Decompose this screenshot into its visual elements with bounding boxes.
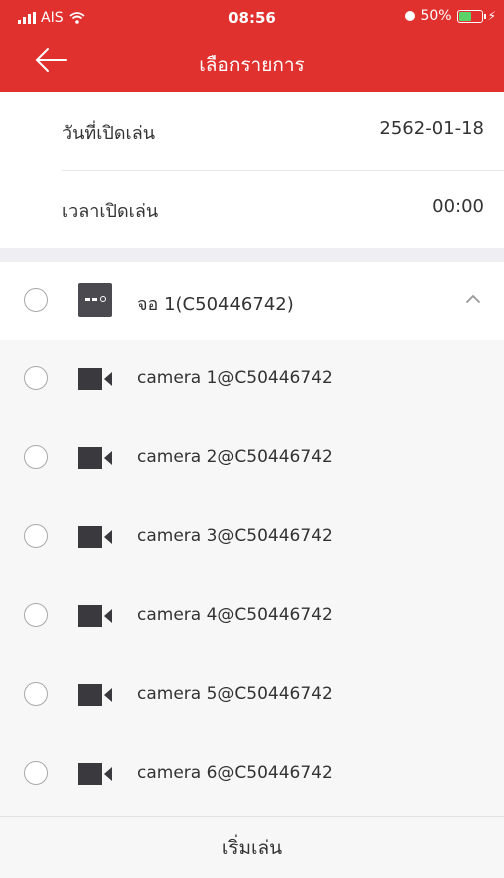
camera-list: camera 1@C50446742 camera 2@C50446742 ca… — [0, 340, 504, 816]
device-group-header[interactable]: จอ 1(C50446742) — [0, 262, 504, 340]
camera-radio[interactable] — [24, 603, 48, 627]
playback-date-label: วันที่เปิดเล่น — [62, 123, 156, 144]
alarm-icon — [405, 11, 416, 21]
camera-radio[interactable] — [24, 761, 48, 785]
charging-icon: ⚡ — [487, 9, 496, 23]
camera-label: camera 1@C50446742 — [137, 368, 333, 388]
video-camera-icon — [78, 684, 112, 706]
dvr-icon — [78, 283, 112, 317]
camera-item[interactable]: camera 4@C50446742 — [0, 577, 504, 655]
camera-label: camera 4@C50446742 — [137, 605, 333, 625]
camera-radio[interactable] — [24, 524, 48, 548]
section-gap — [0, 248, 504, 262]
camera-label: camera 5@C50446742 — [137, 684, 333, 704]
playback-time-row[interactable]: เวลาเปิดเล่น 00:00 — [0, 171, 504, 248]
camera-label: camera 2@C50446742 — [137, 447, 333, 467]
device-name: จอ 1(C50446742) — [137, 294, 294, 315]
camera-radio[interactable] — [24, 445, 48, 469]
camera-item[interactable]: camera 6@C50446742 — [0, 735, 504, 813]
status-bar: AIS 08:56 50% ⚡ — [0, 0, 504, 36]
camera-item[interactable]: camera 2@C50446742 — [0, 419, 504, 497]
video-camera-icon — [78, 447, 112, 469]
footer-bar: เริ่มเล่น — [0, 816, 504, 878]
video-camera-icon — [78, 763, 112, 785]
camera-label: camera 6@C50446742 — [137, 763, 333, 783]
battery-icon — [456, 9, 486, 23]
camera-radio[interactable] — [24, 682, 48, 706]
page-title: เลือกรายการ — [199, 54, 305, 76]
chevron-up-icon[interactable] — [462, 288, 484, 310]
playback-date-row[interactable]: วันที่เปิดเล่น 2562-01-18 — [0, 92, 504, 170]
camera-item[interactable]: camera 1@C50446742 — [0, 340, 504, 418]
camera-item[interactable]: camera 5@C50446742 — [0, 656, 504, 734]
battery-percent: 50% — [420, 8, 452, 24]
status-right: 50% ⚡ — [405, 8, 496, 24]
video-camera-icon — [78, 368, 112, 390]
playback-time-label: เวลาเปิดเล่น — [62, 201, 159, 222]
header-bar: AIS 08:56 50% ⚡ เลือกรายการ — [0, 0, 504, 92]
video-camera-icon — [78, 605, 112, 627]
video-camera-icon — [78, 526, 112, 548]
device-radio[interactable] — [24, 288, 48, 312]
camera-item[interactable]: camera 3@C50446742 — [0, 498, 504, 576]
playback-time-value: 00:00 — [432, 196, 484, 217]
nav-bar: เลือกรายการ — [0, 36, 504, 92]
camera-radio[interactable] — [24, 366, 48, 390]
camera-label: camera 3@C50446742 — [137, 526, 333, 546]
playback-date-value: 2562-01-18 — [379, 118, 484, 139]
start-playback-button[interactable]: เริ่มเล่น — [0, 833, 504, 863]
